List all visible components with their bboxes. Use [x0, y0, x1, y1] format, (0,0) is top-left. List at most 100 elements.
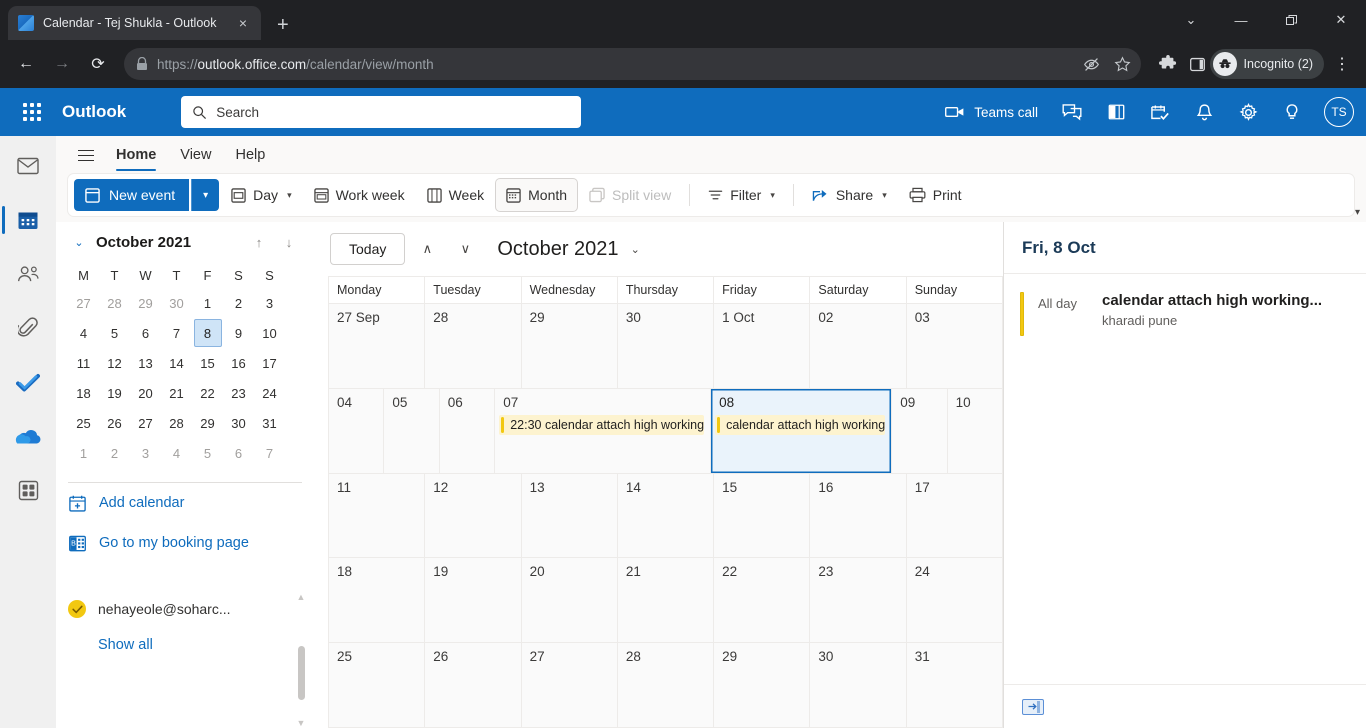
tab-view[interactable]: View [168, 136, 223, 174]
expand-pane-icon[interactable] [1022, 698, 1044, 715]
mini-day[interactable]: 27 [130, 408, 161, 438]
scroll-track[interactable] [294, 602, 308, 718]
mini-day[interactable]: 3 [254, 288, 285, 318]
view-day-button[interactable]: Day ▾ [221, 179, 301, 211]
address-bar[interactable]: https://outlook.office.com/calendar/view… [124, 48, 1141, 80]
day-cell[interactable]: 27 Sep [329, 304, 426, 389]
day-cell[interactable]: 09 [892, 388, 948, 474]
mini-day[interactable]: 30 [223, 408, 254, 438]
mini-day[interactable]: 1 [68, 438, 99, 468]
day-cell[interactable]: 02 [810, 304, 907, 389]
tab-home[interactable]: Home [104, 136, 168, 174]
view-work-week-button[interactable]: Work week [304, 179, 415, 211]
hamburger-menu-icon[interactable] [68, 137, 104, 173]
mini-day[interactable]: 1 [192, 288, 223, 318]
day-cell[interactable]: 06 [439, 388, 496, 474]
day-cell[interactable]: 14 [617, 473, 715, 559]
bell-icon[interactable] [1184, 92, 1224, 132]
day-cell[interactable]: 22 [714, 558, 811, 644]
mini-day[interactable]: 24 [254, 378, 285, 408]
forward-icon[interactable]: → [46, 48, 78, 80]
day-cell[interactable]: 25 [329, 643, 426, 728]
day-cell[interactable]: 10 [947, 388, 1003, 474]
mini-calendar-title[interactable]: October 2021 [96, 234, 191, 251]
mini-day[interactable]: 26 [99, 408, 130, 438]
new-event-dropdown[interactable]: ▾ [191, 179, 220, 211]
mini-day[interactable]: 5 [192, 438, 223, 468]
mini-calendar-collapse-icon[interactable]: ⌄ [68, 236, 90, 249]
incognito-profile-button[interactable]: Incognito (2) [1209, 49, 1324, 79]
sidebar-scrollbar[interactable]: ▲ ▼ [294, 592, 308, 728]
mini-day[interactable]: 21 [161, 378, 192, 408]
day-cell[interactable]: 30 [810, 643, 907, 728]
mini-day[interactable]: 28 [161, 408, 192, 438]
mini-day[interactable]: 3 [130, 438, 161, 468]
close-window-button[interactable]: ✕ [1316, 0, 1366, 40]
day-cell[interactable]: 1 Oct [714, 304, 811, 389]
day-cell[interactable]: 12 [425, 473, 522, 559]
day-cell[interactable]: 07 22:30 calendar attach high working [495, 388, 712, 474]
share-caret-icon[interactable]: ▾ [882, 190, 887, 201]
rail-item-mail[interactable] [6, 144, 50, 188]
calendar-event[interactable]: 22:30 calendar attach high working [499, 414, 705, 435]
filter-button[interactable]: Filter ▾ [698, 179, 785, 211]
mini-day[interactable]: 22 [192, 378, 223, 408]
agenda-item[interactable]: All day calendar attach high working... kh… [1004, 286, 1366, 342]
mini-day[interactable]: 10 [254, 318, 285, 348]
browser-tab[interactable]: Calendar - Tej Shukla - Outlook × [8, 6, 261, 40]
filter-caret-icon[interactable]: ▾ [770, 190, 775, 201]
view-week-button[interactable]: Week [417, 179, 495, 211]
mini-day[interactable]: 15 [192, 348, 223, 378]
share-button[interactable]: Share ▾ [802, 179, 897, 211]
day-cell[interactable]: 28 [617, 643, 715, 728]
day-caret-icon[interactable]: ▾ [287, 190, 292, 201]
scroll-thumb[interactable] [297, 646, 305, 700]
app-launcher-button[interactable] [12, 92, 52, 132]
mini-day[interactable]: 7 [254, 438, 285, 468]
previous-month-icon[interactable]: ∧ [411, 233, 443, 265]
mini-day[interactable]: 17 [254, 348, 285, 378]
mini-day[interactable]: 27 [68, 288, 99, 318]
print-button[interactable]: Print [899, 179, 972, 211]
calendar-month-title[interactable]: October 2021 [497, 238, 618, 261]
mini-day[interactable]: 18 [68, 378, 99, 408]
day-cell[interactable]: 27 [521, 643, 618, 728]
mini-day[interactable]: 9 [223, 318, 254, 348]
rail-item-calendar[interactable] [2, 198, 50, 242]
gear-icon[interactable] [1228, 92, 1268, 132]
day-cell[interactable]: 24 [906, 558, 1003, 644]
mini-day[interactable]: 4 [68, 318, 99, 348]
day-cell[interactable]: 17 [906, 473, 1003, 559]
day-cell[interactable]: 03 [906, 304, 1003, 389]
day-cell[interactable]: 30 [617, 304, 715, 389]
booking-page-link[interactable]: B Go to my booking page [68, 523, 314, 563]
mini-day[interactable]: 28 [99, 288, 130, 318]
mini-day[interactable]: 25 [68, 408, 99, 438]
view-month-button[interactable]: Month [496, 179, 578, 211]
mini-day[interactable]: 11 [68, 348, 99, 378]
mini-day[interactable]: 20 [130, 378, 161, 408]
close-tab-icon[interactable]: × [235, 16, 251, 30]
mini-day[interactable]: 16 [223, 348, 254, 378]
ribbon-collapse-icon[interactable]: ▾ [1355, 207, 1360, 218]
mini-day[interactable]: 12 [99, 348, 130, 378]
day-cell[interactable]: 11 [329, 473, 426, 559]
chat-icon[interactable] [1052, 92, 1092, 132]
next-month-icon[interactable]: ∨ [449, 233, 481, 265]
day-cell[interactable]: 04 [329, 388, 385, 474]
new-tab-button[interactable]: + [277, 15, 289, 35]
mini-next-month-icon[interactable]: ↓ [276, 229, 302, 255]
rail-item-apps[interactable] [6, 468, 50, 512]
mini-day[interactable]: 2 [99, 438, 130, 468]
reload-icon[interactable]: ⟳ [82, 48, 114, 80]
onenote-note-icon[interactable] [1096, 92, 1136, 132]
day-cell[interactable]: 19 [425, 558, 522, 644]
add-calendar-link[interactable]: Add calendar [68, 483, 314, 523]
mini-day[interactable]: 6 [223, 438, 254, 468]
rail-item-people[interactable] [6, 252, 50, 296]
today-button[interactable]: Today [330, 233, 406, 265]
mini-day[interactable]: 30 [161, 288, 192, 318]
tasks-check-icon[interactable] [1140, 92, 1180, 132]
search-input[interactable]: Search [181, 96, 582, 128]
minimize-button[interactable]: — [1216, 0, 1266, 40]
